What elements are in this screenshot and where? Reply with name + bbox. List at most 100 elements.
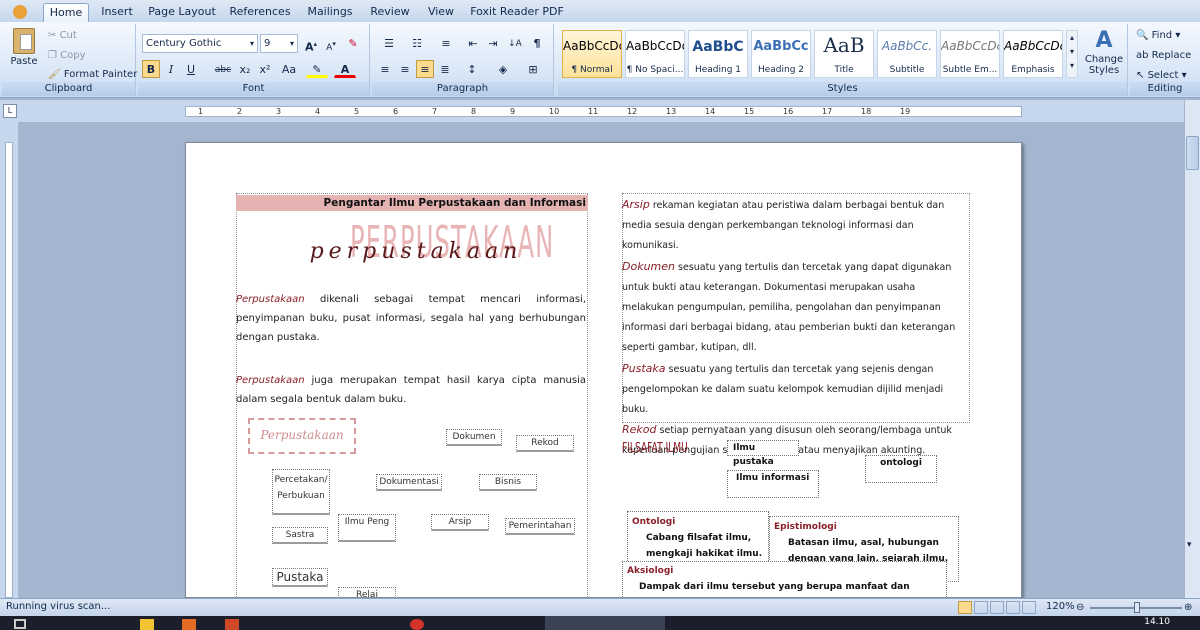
change-case-button[interactable]: Aa xyxy=(278,60,300,78)
align-center-icon[interactable]: ≡ xyxy=(396,60,414,78)
superscript-button[interactable]: x² xyxy=(256,60,274,78)
tab-home[interactable]: Home xyxy=(43,3,89,22)
select-button[interactable]: ↖ Select ▾ xyxy=(1136,70,1187,81)
decrease-indent-icon[interactable]: ⇤ xyxy=(464,34,482,52)
reading-layout-icon[interactable] xyxy=(974,601,988,614)
sort-icon[interactable]: ↓A xyxy=(506,34,524,52)
shading-icon[interactable]: ◈ xyxy=(490,60,516,78)
replace-button[interactable]: ab Replace xyxy=(1136,50,1191,61)
header-band: Pengantar Ilmu Perpustakaan dan Informas… xyxy=(236,195,588,211)
ilmu-pustaka-box[interactable]: Ilmu pustaka xyxy=(727,440,799,467)
italic-button[interactable]: I xyxy=(162,60,180,78)
tab-page-layout[interactable]: Page Layout xyxy=(146,3,218,22)
style-subtitle[interactable]: AaBbCc. Subtitle xyxy=(877,30,937,78)
align-left-icon[interactable]: ≡ xyxy=(376,60,394,78)
find-button[interactable]: 🔍 Find ▾ xyxy=(1136,30,1180,41)
multilevel-list-icon[interactable]: ≡ xyxy=(432,34,460,52)
horizontal-ruler[interactable]: L 1 2 3 4 5 6 7 8 9 10 11 12 13 14 15 16 17 18 19 xyxy=(0,100,1200,122)
mindmap-node[interactable]: Arsip xyxy=(431,514,489,531)
app-icon[interactable] xyxy=(182,619,196,630)
copy-button[interactable]: ❐ Copy xyxy=(48,50,86,61)
mindmap-node[interactable]: Dokumen xyxy=(446,429,502,446)
app-icon[interactable] xyxy=(410,619,424,630)
underline-button[interactable]: U xyxy=(182,60,200,78)
vertical-ruler[interactable] xyxy=(0,122,18,598)
tab-mailings[interactable]: Mailings xyxy=(302,3,358,22)
zoom-slider-thumb[interactable] xyxy=(1134,602,1140,613)
style-heading-2[interactable]: AaBbCc Heading 2 xyxy=(751,30,811,78)
style-heading-1[interactable]: AaBbC Heading 1 xyxy=(688,30,748,78)
document-page[interactable]: Pengantar Ilmu Perpustakaan dan Informas… xyxy=(185,142,1022,598)
windows-start-icon[interactable] xyxy=(14,619,26,629)
office-logo-icon xyxy=(13,5,27,19)
style-emphasis[interactable]: AaBbCcDc Emphasis xyxy=(1003,30,1063,78)
ruler-number: 16 xyxy=(783,107,794,116)
styles-scroll-icon[interactable]: ▴ ▾ ▾ xyxy=(1066,30,1078,78)
ontologi-card[interactable]: Ontologi Cabang filsafat ilmu, mengkaji … xyxy=(627,511,769,567)
mindmap-node[interactable]: Percetakan/ Perbukuan xyxy=(272,469,330,515)
font-size-box[interactable]: 9 ▾ xyxy=(260,34,298,53)
mindmap-node[interactable]: Sastra xyxy=(272,527,328,544)
mindmap-node[interactable]: Rekod xyxy=(516,435,574,452)
bullets-icon[interactable]: ☰ xyxy=(376,34,402,52)
format-painter-button[interactable]: 🖌 Format Painter xyxy=(48,69,137,80)
style-title[interactable]: AaB Title xyxy=(814,30,874,78)
tab-insert[interactable]: Insert xyxy=(96,3,138,22)
zoom-out-icon[interactable]: ⊖ xyxy=(1076,602,1084,613)
aksiologi-card[interactable]: Aksiologi Dampak dari ilmu tersebut yang… xyxy=(622,561,947,597)
numbering-icon[interactable]: ☷ xyxy=(404,34,430,52)
web-layout-icon[interactable] xyxy=(990,601,1004,614)
ilmu-informasi-box[interactable]: Ilmu informasi xyxy=(727,470,819,498)
align-right-icon[interactable]: ≡ xyxy=(416,60,434,78)
ontologi-box[interactable]: ontologi xyxy=(865,455,937,483)
mindmap-node[interactable]: Dokumentasi xyxy=(376,474,442,491)
scroll-down-icon[interactable]: ▾ xyxy=(1187,540,1192,550)
zoom-level[interactable]: 120% xyxy=(1046,601,1075,612)
cut-button[interactable]: ✂ Cut xyxy=(48,30,77,41)
subscript-button[interactable]: x₂ xyxy=(236,60,254,78)
borders-icon[interactable]: ⊞ xyxy=(520,60,546,78)
ruler-strip xyxy=(185,106,1022,117)
mindmap-node[interactable]: Pustaka xyxy=(272,568,328,587)
vertical-scrollbar[interactable]: ▾ xyxy=(1184,100,1200,598)
change-styles-button[interactable]: A Change Styles xyxy=(1082,28,1126,76)
tab-foxit[interactable]: Foxit Reader PDF xyxy=(469,3,565,22)
clock: 14.10 xyxy=(1144,617,1170,627)
office-button[interactable] xyxy=(0,3,40,22)
print-layout-icon[interactable] xyxy=(958,601,972,614)
tab-review[interactable]: Review xyxy=(366,3,414,22)
draft-icon[interactable] xyxy=(1022,601,1036,614)
format-painter-label: Format Painter xyxy=(63,69,138,80)
tab-view[interactable]: View xyxy=(423,3,459,22)
justify-icon[interactable]: ≣ xyxy=(436,60,454,78)
mindmap-center[interactable]: Perpustakaan xyxy=(248,418,356,454)
app-icon[interactable] xyxy=(225,619,239,630)
tab-selector-icon[interactable]: L xyxy=(3,104,17,118)
paste-button[interactable]: Paste xyxy=(8,28,40,82)
keyword: Arsip xyxy=(622,198,650,211)
outline-icon[interactable] xyxy=(1006,601,1020,614)
tab-references[interactable]: References xyxy=(227,3,293,22)
bold-button[interactable]: B xyxy=(142,60,160,78)
strikethrough-button[interactable]: abc xyxy=(212,60,234,78)
highlight-icon[interactable]: ✎ xyxy=(306,60,328,78)
explorer-icon[interactable] xyxy=(140,619,154,630)
increase-indent-icon[interactable]: ⇥ xyxy=(484,34,502,52)
style-subtle-emphasis[interactable]: AaBbCcDc Subtle Em... xyxy=(940,30,1000,78)
font-name-box[interactable]: Century Gothic ▾ xyxy=(142,34,258,53)
style-no-spacing[interactable]: AaBbCcDc ¶ No Spaci... xyxy=(625,30,685,78)
grow-font-icon[interactable]: A▴ xyxy=(302,34,320,54)
shrink-font-icon[interactable]: A▾ xyxy=(322,34,340,53)
scroll-thumb[interactable] xyxy=(1186,136,1199,170)
mindmap-node[interactable]: Pemerintahan xyxy=(505,518,575,535)
clear-format-icon[interactable]: ✎ xyxy=(344,34,362,52)
word-taskbar-button[interactable] xyxy=(545,616,665,630)
line-spacing-icon[interactable]: ↕ xyxy=(460,60,484,78)
style-normal[interactable]: AaBbCcDc ¶ Normal xyxy=(562,30,622,78)
zoom-in-icon[interactable]: ⊕ xyxy=(1184,602,1192,613)
show-marks-button[interactable]: ¶ xyxy=(528,34,546,52)
mindmap-node[interactable]: Bisnis xyxy=(479,474,537,491)
mindmap-node[interactable]: Ilmu Peng xyxy=(338,514,396,542)
mindmap-node[interactable]: Relai xyxy=(338,587,396,597)
font-color-icon[interactable]: A xyxy=(334,60,356,78)
